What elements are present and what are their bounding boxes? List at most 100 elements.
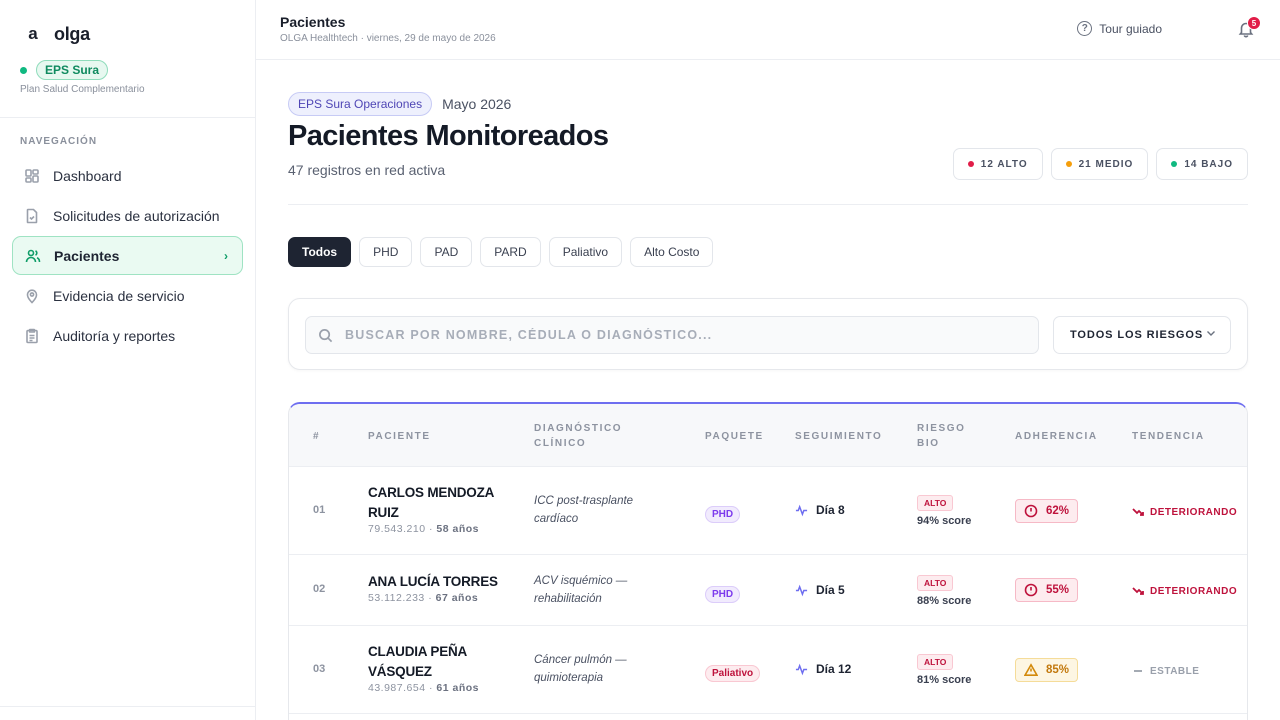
sidebar-item-service-evidence[interactable]: Evidencia de servicio	[12, 276, 243, 315]
minus-icon	[1134, 670, 1142, 672]
package-cell: PHD	[705, 584, 741, 603]
sidebar-item-label: Auditoría y reportes	[53, 327, 176, 344]
adherence-badge: 62%	[1015, 499, 1079, 523]
column-header-adherence: ADHERENCIA	[1015, 431, 1098, 442]
patient-id: 53.112.233	[368, 592, 425, 604]
document-check-icon	[26, 208, 38, 223]
sidebar-item-label: Evidencia de servicio	[53, 287, 185, 304]
package-badge: Paliativo	[705, 665, 761, 682]
activity-icon	[795, 504, 808, 516]
top-bar: Pacientes OLGA Healthtech · viernes, 29 …	[256, 0, 1280, 60]
notification-count-badge: 5	[1247, 16, 1261, 30]
context-badge: EPS Sura Operaciones	[288, 92, 433, 116]
patient-name[interactable]: CARLOS MENDOZA RUIZ	[368, 483, 508, 523]
adherence-value: 85%	[1046, 664, 1070, 676]
table-row[interactable]: 03 CLAUDIA PEÑA VÁSQUEZ 43.987.654 · 61 …	[289, 626, 1247, 714]
row-number: 01	[313, 504, 326, 516]
row-number: 03	[313, 663, 326, 675]
patient-cell: ANA LUCÍA TORRES 53.112.233 · 67 años	[368, 572, 528, 604]
patient-cell: CLAUDIA PEÑA VÁSQUEZ 43.987.654 · 61 año…	[368, 642, 488, 694]
risk-summary-high[interactable]: 12 ALTO	[952, 148, 1043, 180]
table-row[interactable]: 02 ANA LUCÍA TORRES 53.112.233 · 67 años…	[289, 555, 1247, 626]
dashboard-icon	[25, 168, 39, 183]
patient-age: 58 años	[436, 523, 480, 535]
header-title: Pacientes	[280, 14, 346, 30]
sidebar-footer-divider	[0, 706, 255, 707]
risk-dot-medium	[1065, 161, 1072, 167]
warning-triangle-icon	[1024, 663, 1038, 676]
trending-down-icon	[1132, 508, 1144, 516]
sidebar: a olga EPS Sura Plan Salud Complementari…	[0, 0, 256, 720]
package-cell: Paliativo	[705, 663, 761, 682]
status-dot	[20, 66, 27, 74]
risk-summary-label: 12 ALTO	[980, 158, 1028, 170]
header-subtitle: OLGA Healthtech · viernes, 29 de mayo de…	[280, 33, 496, 44]
trend: DETERIORANDO	[1132, 585, 1237, 597]
risk-score: 81% score	[917, 674, 972, 686]
trend-label: ESTABLE	[1150, 665, 1200, 677]
risk-dot-high	[967, 161, 974, 167]
tab-paliativo[interactable]: Paliativo	[548, 237, 623, 267]
users-icon	[25, 249, 41, 262]
trend: DETERIORANDO	[1132, 506, 1237, 518]
package-badge: PHD	[705, 506, 741, 523]
risk-summary-low[interactable]: 14 BAJO	[1156, 148, 1248, 180]
header-divider	[288, 204, 1248, 205]
sidebar-item-audit-reports[interactable]: Auditoría y reportes	[12, 316, 243, 355]
trend-label: DETERIORANDO	[1150, 585, 1238, 597]
guided-tour-button[interactable]: ? Tour guiado	[1077, 21, 1162, 36]
help-circle-icon: ?	[1077, 21, 1093, 36]
activity-icon	[795, 663, 808, 675]
sidebar-item-label: Dashboard	[53, 167, 122, 184]
column-header-diagnosis: DIAGNÓSTICO CLÍNICO	[534, 423, 623, 449]
column-header-package: PAQUETE	[705, 431, 764, 442]
bio-risk: ALTO 81% score	[917, 652, 971, 686]
sidebar-item-authorization-requests[interactable]: Solicitudes de autorización	[12, 196, 243, 235]
patient-name[interactable]: CLAUDIA PEÑA VÁSQUEZ	[368, 642, 488, 682]
brand-name: olga	[54, 23, 90, 44]
organization-plan: Plan Salud Complementario	[20, 84, 145, 95]
sidebar-item-patients[interactable]: Pacientes ›	[12, 236, 243, 275]
tab-todos[interactable]: Todos	[288, 237, 352, 267]
notifications-button[interactable]: 5	[1237, 16, 1261, 38]
alert-circle-icon	[1024, 504, 1038, 518]
sidebar-item-dashboard[interactable]: Dashboard	[12, 156, 243, 195]
chevron-down-icon	[1207, 331, 1215, 336]
patient-name[interactable]: ANA LUCÍA TORRES	[368, 572, 528, 592]
risk-score: 88% score	[917, 595, 972, 607]
search-input[interactable]	[345, 328, 985, 342]
tab-phd[interactable]: PHD	[359, 237, 413, 267]
follow-up-day: Día 12	[816, 662, 852, 676]
follow-up-day: Día 8	[816, 503, 845, 517]
sidebar-divider	[0, 117, 255, 118]
diagnosis: Cáncer pulmón — quimioterapia	[534, 654, 627, 684]
risk-summary-medium[interactable]: 21 MEDIO	[1050, 148, 1149, 180]
tab-pad[interactable]: PAD	[420, 237, 473, 267]
risk-level-badge: ALTO	[917, 575, 954, 591]
context-row: EPS Sura Operaciones Mayo 2026	[288, 92, 511, 116]
risk-filter-select[interactable]: TODOS LOS RIESGOS	[1053, 316, 1231, 354]
risk-score: 94% score	[917, 515, 972, 527]
patient-meta: 43.987.654 · 61 años	[368, 682, 480, 694]
column-header-trend: TENDENCIA	[1132, 431, 1205, 442]
chevron-right-icon: ›	[224, 248, 228, 263]
table-row[interactable]: 01 CARLOS MENDOZA RUIZ 79.543.210 · 58 a…	[289, 467, 1247, 555]
column-header-patient: PACIENTE	[368, 431, 431, 442]
bio-risk: ALTO 94% score	[917, 493, 971, 527]
patient-meta: 79.543.210 · 58 años	[368, 523, 480, 535]
trending-down-icon	[1132, 587, 1144, 595]
adherence-value: 55%	[1046, 584, 1070, 596]
brand-logo[interactable]: a olga	[24, 22, 90, 46]
column-header-number: #	[313, 431, 321, 442]
sidebar-item-label: Pacientes	[54, 247, 120, 264]
risk-summary-label: 21 MEDIO	[1078, 158, 1134, 170]
logo-mark: a	[28, 24, 38, 43]
guided-tour-label: Tour guiado	[1099, 21, 1162, 36]
tab-pard[interactable]: PARD	[480, 237, 541, 267]
tab-alto-costo[interactable]: Alto Costo	[630, 237, 714, 267]
risk-filter-value: TODOS LOS RIESGOS	[1070, 329, 1204, 341]
risk-dot-low	[1171, 161, 1178, 167]
page-subtitle: 47 registros en red activa	[288, 162, 446, 178]
page-title: Pacientes Monitoreados	[288, 120, 609, 152]
sidebar-item-label: Solicitudes de autorización	[53, 207, 220, 224]
